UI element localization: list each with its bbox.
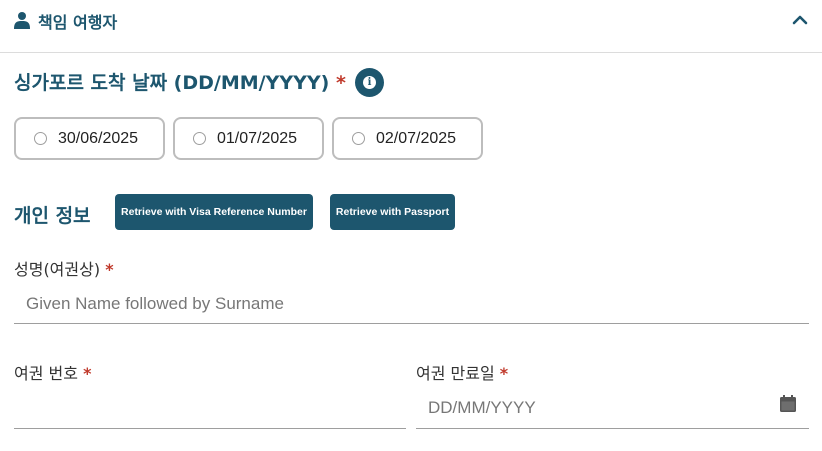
- passport-number-label: 여권 번호 *: [14, 360, 91, 384]
- info-icon: i: [363, 76, 376, 89]
- name-field-label: 성명(여권상) *: [14, 256, 114, 280]
- date-option-3[interactable]: 02/07/2025: [332, 117, 483, 160]
- passport-expiry-input[interactable]: [416, 388, 809, 429]
- calendar-icon[interactable]: [780, 395, 796, 412]
- required-mark: *: [105, 260, 114, 279]
- arrival-date-label-text: 싱가포르 도착 날짜 (DD/MM/YYYY): [14, 72, 330, 94]
- passport-expiry-label-text: 여권 만료일: [416, 364, 495, 383]
- arrival-date-label: 싱가포르 도착 날짜 (DD/MM/YYYY) *: [14, 68, 346, 95]
- passport-number-label-text: 여권 번호: [14, 364, 78, 383]
- required-mark: *: [499, 364, 509, 383]
- required-mark: *: [83, 364, 92, 383]
- date-option-label: 30/06/2025: [58, 130, 139, 147]
- required-mark: *: [335, 72, 346, 94]
- retrieve-visa-button[interactable]: Retrieve with Visa Reference Number: [115, 194, 313, 230]
- date-option-1[interactable]: 30/06/2025: [14, 117, 165, 160]
- name-field-label-text: 성명(여권상): [14, 260, 101, 279]
- person-icon: [14, 12, 30, 29]
- date-option-2[interactable]: 01/07/2025: [173, 117, 324, 160]
- retrieve-passport-button[interactable]: Retrieve with Passport: [330, 194, 455, 230]
- personal-info-heading: 개인 정보: [14, 205, 91, 227]
- passport-number-input[interactable]: [14, 388, 406, 429]
- radio-icon[interactable]: [34, 132, 47, 145]
- passport-expiry-label: 여권 만료일 *: [416, 360, 508, 384]
- radio-icon[interactable]: [193, 132, 206, 145]
- radio-icon[interactable]: [352, 132, 365, 145]
- name-input[interactable]: [14, 284, 809, 324]
- date-option-label: 02/07/2025: [376, 130, 457, 147]
- section-header[interactable]: 책임 여행자: [0, 0, 822, 53]
- section-title: 책임 여행자: [38, 13, 118, 32]
- date-option-label: 01/07/2025: [217, 130, 298, 147]
- chevron-up-icon[interactable]: [790, 10, 810, 30]
- info-button[interactable]: i: [355, 68, 384, 97]
